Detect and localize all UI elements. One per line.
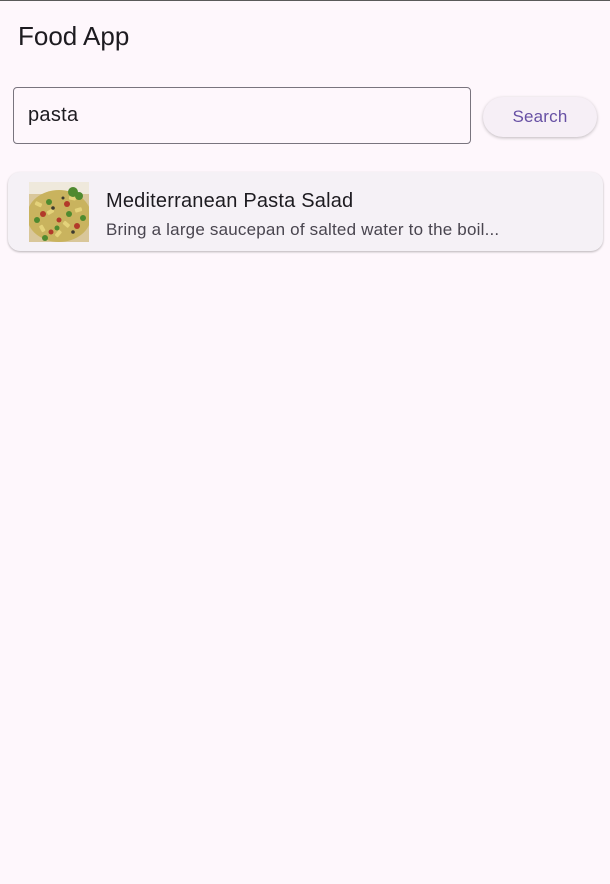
app-title: Food App — [18, 21, 130, 51]
search-input[interactable] — [28, 88, 448, 143]
app-bar: Food App — [0, 1, 610, 71]
search-field[interactable] — [13, 87, 471, 144]
recipe-list-item[interactable]: Mediterranean Pasta Salad Bring a large … — [8, 172, 603, 251]
search-button[interactable]: Search — [483, 97, 597, 137]
recipe-subtitle: Bring a large saucepan of salted water t… — [106, 220, 500, 239]
recipe-title: Mediterranean Pasta Salad — [106, 190, 354, 212]
recipe-thumbnail — [29, 182, 89, 242]
search-row: Search — [0, 87, 610, 147]
